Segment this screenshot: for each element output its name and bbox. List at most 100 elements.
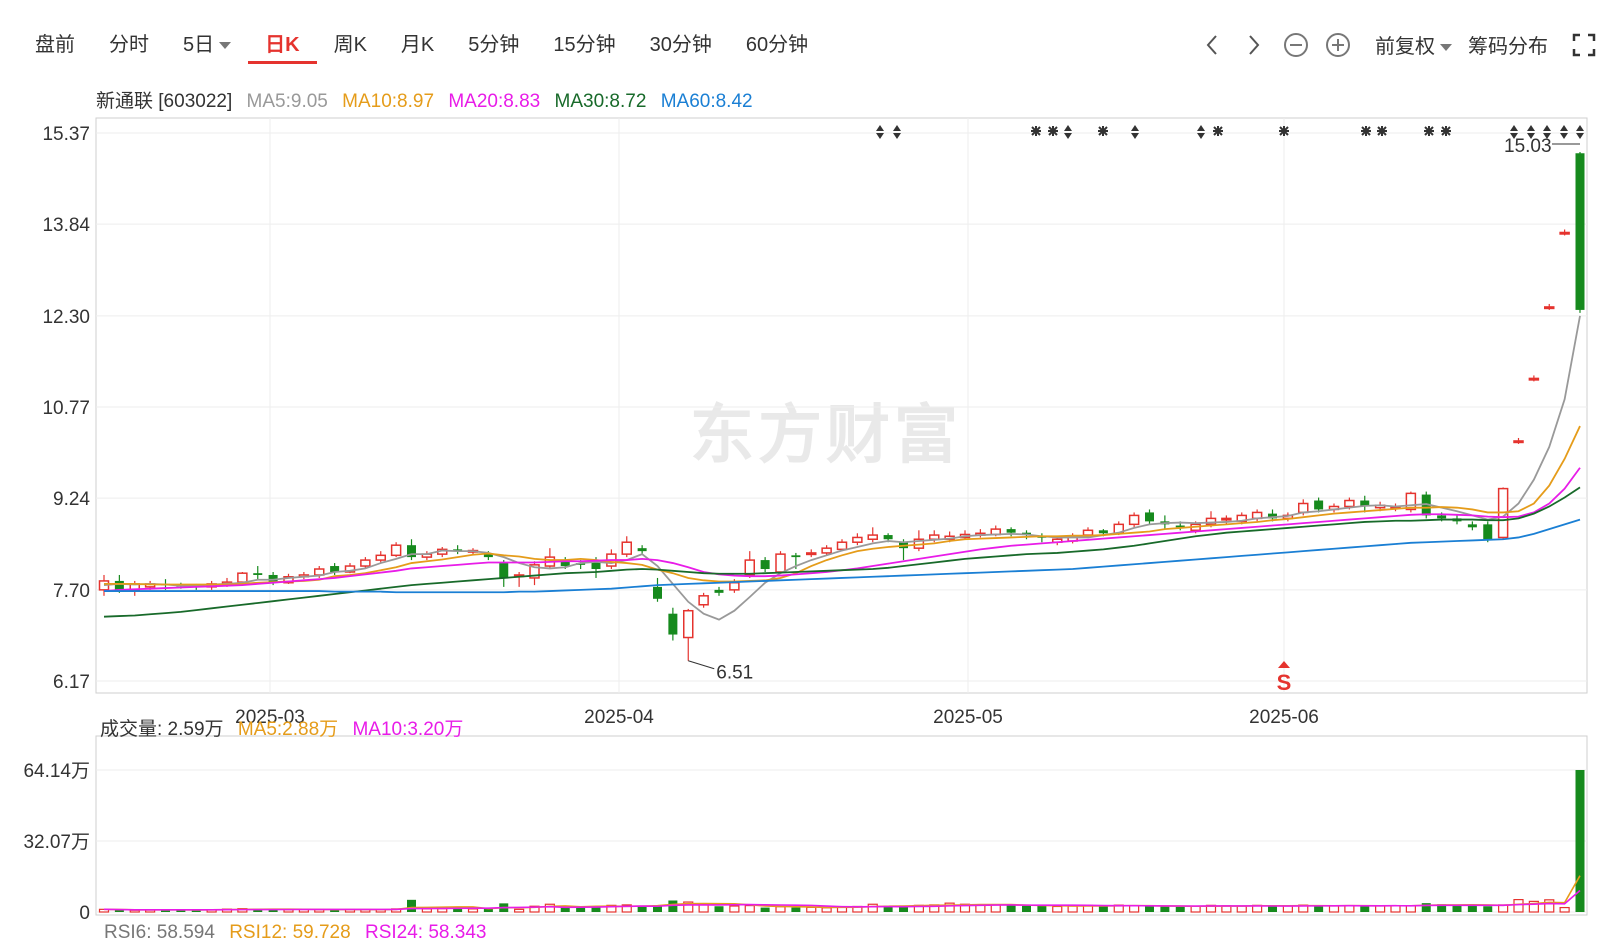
rsi-legend: RSI6: 58.594 RSI12: 59.728 RSI24: 58.343 — [104, 922, 495, 944]
volume-ma10-line — [103, 889, 1581, 911]
price-tick-label: 13.84 — [42, 215, 90, 236]
volume-bar — [1006, 905, 1016, 912]
candle-body — [791, 555, 801, 558]
volume-bar — [990, 904, 1001, 913]
volume-bar — [1098, 906, 1108, 912]
volume-bar — [744, 904, 755, 913]
candle-body — [360, 559, 371, 567]
volume-bar — [514, 908, 525, 913]
volume-bar — [1175, 906, 1185, 912]
candle-body — [760, 560, 770, 570]
volume-bar — [1190, 905, 1201, 913]
candle-body — [253, 573, 263, 575]
volume-bar — [421, 908, 432, 913]
candle — [453, 545, 463, 555]
volume-bar — [821, 907, 832, 913]
event-marker-icon — [1560, 125, 1568, 139]
candle — [1513, 437, 1524, 444]
low-annotation-line — [688, 660, 715, 670]
candle-body — [1528, 377, 1540, 381]
candle-body — [698, 595, 709, 606]
volume-bar — [1559, 906, 1570, 913]
event-marker-icon — [1048, 126, 1058, 136]
volume-bar — [576, 907, 586, 912]
candle — [1544, 303, 1555, 310]
price-tick-label: 6.17 — [53, 672, 90, 693]
volume-bar — [1022, 905, 1031, 912]
candle-body — [1344, 499, 1355, 508]
volume-bar — [760, 907, 770, 912]
candle-body — [775, 553, 786, 573]
volume-ma5-line — [103, 875, 1581, 911]
volume-tick-label: 64.14万 — [23, 761, 90, 782]
volume-bar — [1236, 905, 1247, 913]
volume-bar — [1037, 906, 1047, 912]
candle-body — [836, 541, 848, 551]
candle-body — [852, 536, 863, 543]
candle — [529, 561, 540, 586]
kline-chart[interactable]: 15.3713.8412.3010.779.247.706.172025-03 2… — [0, 0, 1623, 939]
volume-bar — [791, 907, 801, 912]
rsi6-legend: RSI6: 58.594 — [104, 922, 215, 943]
event-marker-icon — [1279, 126, 1289, 136]
volume-bar — [544, 903, 555, 913]
candle-body — [929, 534, 940, 540]
candle-body — [653, 586, 662, 599]
volume-tick-label: 32.07万 — [23, 832, 90, 853]
candle — [653, 577, 662, 602]
event-marker-icon — [1377, 126, 1387, 136]
candle-body — [714, 589, 724, 593]
date-tick-label: 2025-06 — [1249, 707, 1319, 728]
candle-body — [1559, 231, 1570, 235]
low-price-label: 6.51 — [716, 663, 753, 684]
candle — [298, 571, 310, 580]
volume-bar — [1314, 906, 1324, 912]
candle — [806, 549, 817, 558]
volume-bar — [1513, 899, 1524, 913]
candle-body — [1544, 306, 1555, 310]
candle-body — [883, 535, 893, 540]
ma-line-ma20 — [103, 467, 1581, 592]
candle — [867, 527, 878, 543]
candle — [390, 542, 402, 558]
candle — [1328, 503, 1340, 513]
candle — [1405, 491, 1417, 513]
candle-body — [1221, 517, 1232, 521]
price-tick-label: 15.37 — [42, 124, 90, 145]
ma-line-ma10 — [104, 425, 1581, 586]
candle-body — [1298, 502, 1309, 514]
candle-body — [375, 554, 386, 561]
volume-bar — [714, 906, 724, 912]
candle — [637, 545, 647, 555]
event-marker-icon — [1031, 126, 1041, 136]
candle-body — [1513, 440, 1524, 444]
candle — [1145, 509, 1154, 525]
volume-ma10-legend: MA10:3.20万 — [352, 719, 464, 740]
candle — [253, 566, 263, 580]
candle — [1006, 527, 1016, 537]
event-marker-icon — [1576, 125, 1584, 139]
candle-body — [821, 547, 832, 554]
date-tick-label: 2025-05 — [933, 707, 1003, 728]
candle-body — [867, 534, 878, 540]
event-marker-icon — [1213, 126, 1223, 136]
candle — [621, 536, 632, 558]
candle-body — [1006, 529, 1016, 533]
candle — [775, 551, 786, 574]
candle — [1221, 515, 1232, 525]
volume-bar — [1052, 905, 1063, 913]
price-tick-label: 10.77 — [42, 398, 90, 419]
event-marker-icon — [1424, 126, 1434, 136]
volume-bar — [1129, 904, 1140, 913]
candle — [499, 560, 509, 587]
event-marker-icon — [1197, 125, 1205, 139]
candle-body — [1145, 512, 1154, 522]
candle — [1575, 152, 1585, 313]
volume-bar — [1145, 906, 1154, 912]
event-marker-icon — [1131, 125, 1139, 139]
date-tick-label: 2025-04 — [584, 707, 654, 728]
candle-body — [668, 613, 678, 635]
candle-body — [237, 572, 248, 583]
candle-body — [1314, 500, 1324, 510]
volume-bar — [1452, 905, 1462, 912]
